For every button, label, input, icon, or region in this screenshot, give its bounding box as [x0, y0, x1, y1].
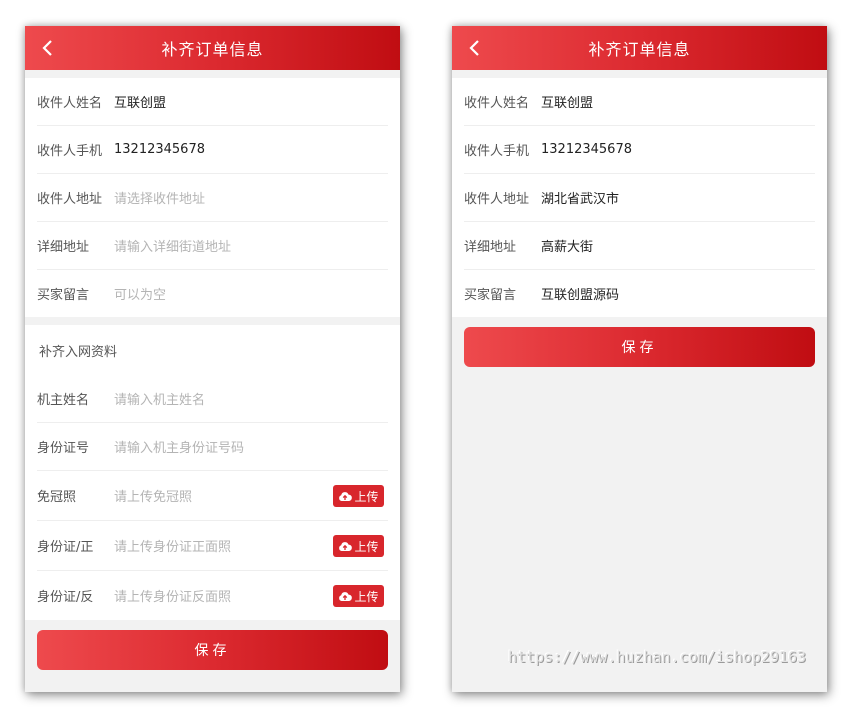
- buyer-message-input[interactable]: 互联创盟源码: [541, 284, 619, 303]
- upload-placeholder: 请上传身份证正面照: [114, 540, 232, 555]
- header: 补齐订单信息: [25, 26, 400, 70]
- cloud-upload-icon: [339, 491, 353, 501]
- form-row-id-number[interactable]: 身份证号 请输入机主身份证号码: [37, 423, 388, 471]
- field-label: 身份证/反: [37, 590, 94, 605]
- network-info-section: 补齐入网资料 机主姓名 请输入机主姓名 身份证号 请输入机主身份证号码 免冠照 …: [25, 325, 400, 620]
- form-row-recipient-phone[interactable]: 收件人手机 13212345678: [37, 126, 388, 174]
- form-row-owner-name[interactable]: 机主姓名 请输入机主姓名: [37, 375, 388, 423]
- form-row-photo-upload: 免冠照 请上传免冠照 上传: [37, 471, 388, 521]
- field-label: 买家留言: [464, 288, 517, 303]
- cloud-upload-icon: [339, 541, 353, 551]
- recipient-phone-input[interactable]: 13212345678: [541, 142, 632, 157]
- order-info-section: 收件人姓名 互联创盟 收件人手机 13212345678 收件人地址 湖北省武汉…: [452, 78, 827, 317]
- upload-button-label: 上传: [354, 589, 379, 604]
- field-label: 身份证/正: [37, 540, 94, 555]
- form-row-detail-address[interactable]: 详细地址 请输入详细街道地址: [37, 222, 388, 270]
- chevron-left-icon: [469, 40, 479, 56]
- field-label: 买家留言: [37, 288, 90, 303]
- form-row-recipient-address[interactable]: 收件人地址 请选择收件地址: [37, 174, 388, 222]
- section-title: 补齐入网资料: [39, 344, 118, 360]
- id-number-input[interactable]: 请输入机主身份证号码: [114, 437, 244, 456]
- upload-id-back-button[interactable]: 上传: [333, 585, 384, 607]
- field-label: 收件人手机: [37, 144, 103, 159]
- form-row-recipient-address[interactable]: 收件人地址 湖北省武汉市: [464, 174, 815, 222]
- field-label: 收件人地址: [464, 192, 530, 207]
- save-button[interactable]: 保存: [37, 630, 388, 670]
- field-label: 免冠照: [37, 490, 77, 505]
- screen-order-form-empty: 补齐订单信息 收件人姓名 互联创盟 收件人手机 13212345678 收件人地…: [25, 26, 400, 692]
- recipient-name-input[interactable]: 互联创盟: [114, 92, 166, 111]
- form-row-recipient-phone[interactable]: 收件人手机 13212345678: [464, 126, 815, 174]
- chevron-left-icon: [42, 40, 52, 56]
- recipient-phone-input[interactable]: 13212345678: [114, 142, 205, 157]
- back-button[interactable]: [462, 36, 486, 60]
- owner-name-input[interactable]: 请输入机主姓名: [114, 389, 205, 408]
- form-row-recipient-name[interactable]: 收件人姓名 互联创盟: [37, 78, 388, 126]
- screen-order-form-filled: 补齐订单信息 收件人姓名 互联创盟 收件人手机 13212345678 收件人地…: [452, 26, 827, 692]
- upload-button-label: 上传: [354, 539, 379, 554]
- address-picker[interactable]: 湖北省武汉市: [541, 188, 619, 207]
- upload-photo-button[interactable]: 上传: [333, 485, 384, 507]
- field-label: 详细地址: [37, 240, 90, 255]
- field-label: 收件人姓名: [464, 96, 530, 111]
- watermark-url: https://www.huzhan.com/ishop29163: [508, 648, 807, 666]
- form-row-buyer-message[interactable]: 买家留言 互联创盟源码: [464, 270, 815, 317]
- upload-id-front-button[interactable]: 上传: [333, 535, 384, 557]
- save-button[interactable]: 保存: [464, 327, 815, 367]
- recipient-name-input[interactable]: 互联创盟: [541, 92, 593, 111]
- detail-address-input[interactable]: 请输入详细街道地址: [114, 236, 231, 255]
- upload-button-label: 上传: [354, 489, 379, 504]
- page-title: 补齐订单信息: [588, 40, 691, 59]
- back-button[interactable]: [35, 36, 59, 60]
- field-label: 收件人地址: [37, 192, 103, 207]
- form-row-detail-address[interactable]: 详细地址 高薪大街: [464, 222, 815, 270]
- header: 补齐订单信息: [452, 26, 827, 70]
- field-label: 身份证号: [37, 441, 90, 456]
- upload-placeholder: 请上传免冠照: [114, 490, 193, 505]
- form-row-recipient-name[interactable]: 收件人姓名 互联创盟: [464, 78, 815, 126]
- upload-placeholder: 请上传身份证反面照: [114, 590, 232, 605]
- field-label: 机主姓名: [37, 393, 90, 408]
- cloud-upload-icon: [339, 591, 353, 601]
- field-label: 收件人手机: [464, 144, 530, 159]
- field-label: 详细地址: [464, 240, 517, 255]
- detail-address-input[interactable]: 高薪大街: [541, 236, 593, 255]
- address-picker[interactable]: 请选择收件地址: [114, 188, 205, 207]
- order-info-section: 收件人姓名 互联创盟 收件人手机 13212345678 收件人地址 请选择收件…: [25, 78, 400, 317]
- buyer-message-input[interactable]: 可以为空: [114, 284, 166, 303]
- field-label: 收件人姓名: [37, 96, 103, 111]
- page-title: 补齐订单信息: [161, 40, 264, 59]
- form-row-id-front-upload: 身份证/正 请上传身份证正面照 上传: [37, 521, 388, 571]
- form-row-id-back-upload: 身份证/反 请上传身份证反面照 上传: [37, 571, 388, 620]
- form-row-buyer-message[interactable]: 买家留言 可以为空: [37, 270, 388, 317]
